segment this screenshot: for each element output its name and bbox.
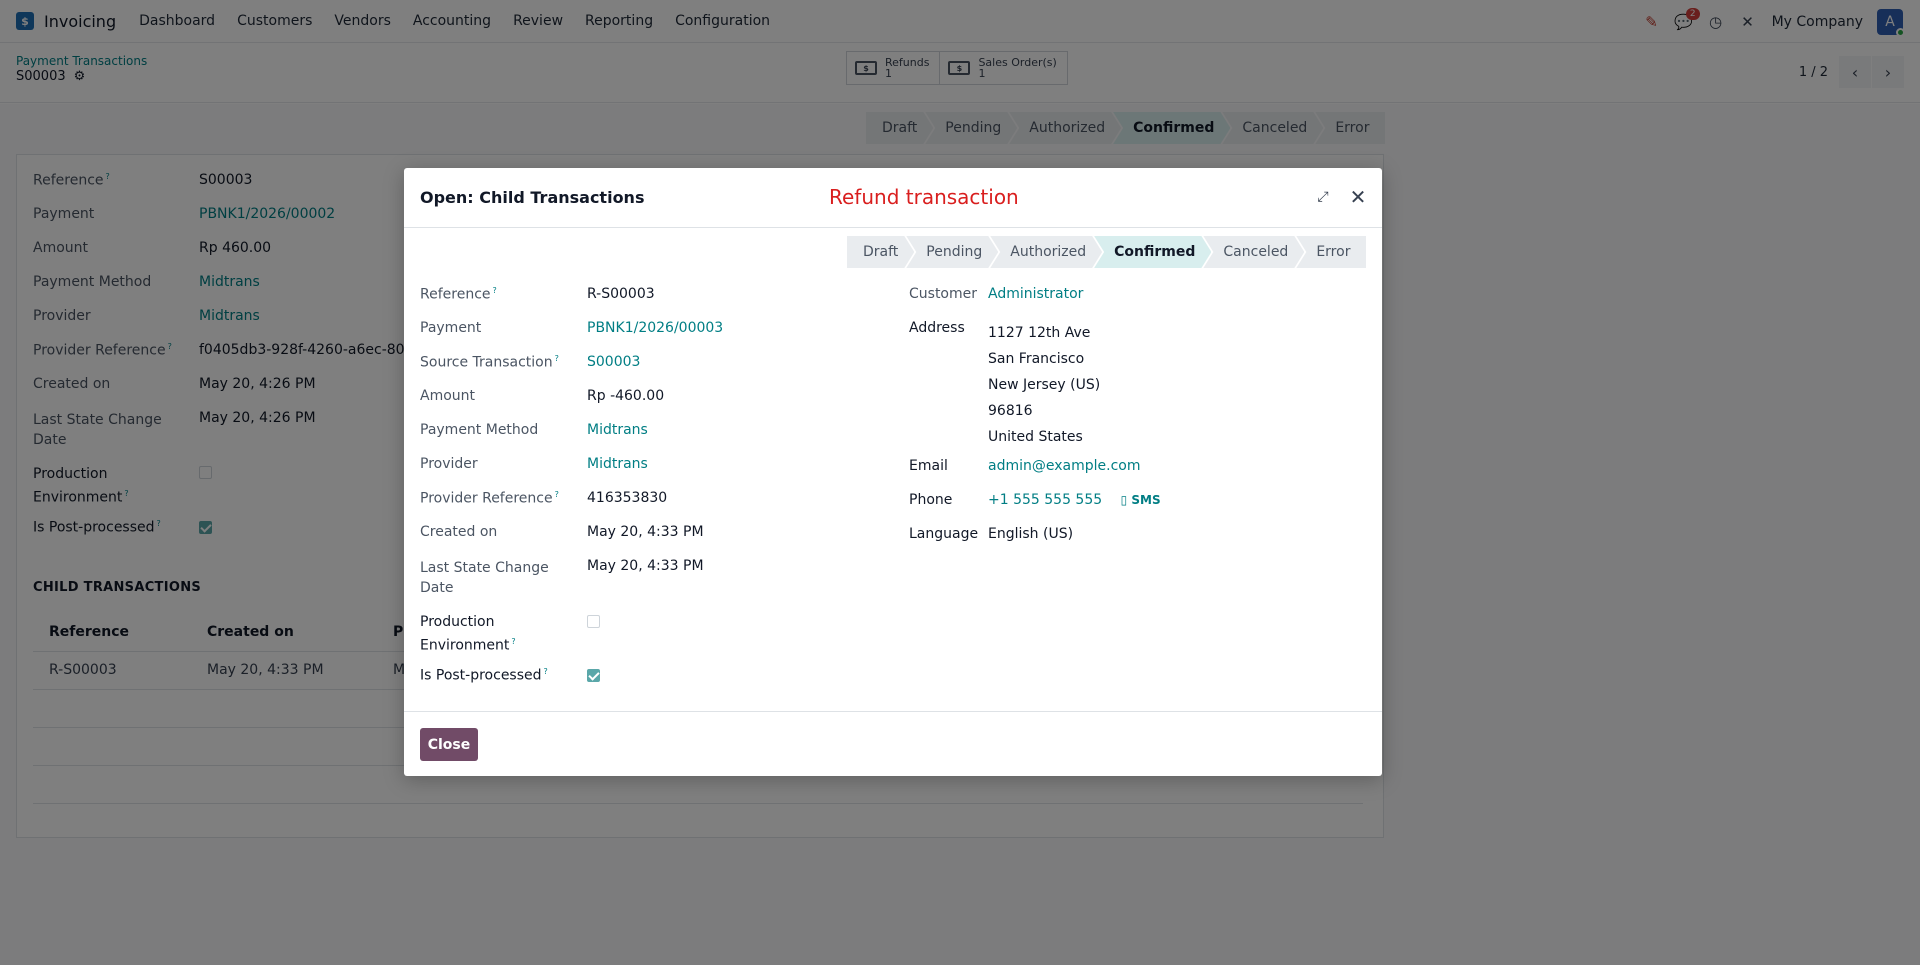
customer-link[interactable]: Administrator [988, 286, 1083, 302]
status-confirmed[interactable]: Confirmed [1094, 236, 1211, 268]
modal-footer: Close [404, 711, 1382, 776]
provider-reference-label: Provider Reference? [420, 490, 559, 507]
provider-label: Provider [420, 456, 478, 472]
post-processed-checkbox[interactable] [587, 669, 600, 686]
email-link[interactable]: admin@example.com [988, 458, 1140, 474]
address-line: San Francisco [988, 351, 1085, 367]
provider-link[interactable]: Midtrans [587, 456, 648, 472]
phone-label: Phone [909, 492, 953, 508]
created-on-label: Created on [420, 524, 498, 540]
last-state-change-value: May 20, 4:33 PM [587, 558, 704, 574]
language-value: English (US) [988, 526, 1074, 542]
modal-title: Open: Child Transactions [420, 188, 645, 207]
mobile-icon: ▯ [1120, 493, 1128, 507]
address-line: United States [988, 429, 1083, 445]
refund-transaction-label: Refund transaction [829, 185, 1019, 209]
created-on-value: May 20, 4:33 PM [587, 524, 704, 540]
source-transaction-link[interactable]: S00003 [587, 354, 640, 370]
reference-value: R-S00003 [587, 286, 655, 302]
last-state-change-label: Last State Change Date [420, 560, 549, 596]
status-canceled[interactable]: Canceled [1203, 236, 1304, 268]
address-line: 1127 12th Ave [988, 325, 1091, 341]
address-line: New Jersey (US) [988, 377, 1101, 393]
payment-link[interactable]: PBNK1/2026/00003 [587, 320, 723, 336]
address-value: 1127 12th Ave San Francisco New Jersey (… [988, 320, 1100, 450]
language-label: Language [909, 526, 979, 542]
modal-status-steps: Draft Pending Authorized Confirmed Cance… [847, 236, 1367, 268]
phone-field: +1 555 555 555 ▯ SMS [988, 492, 1161, 508]
sms-button[interactable]: ▯ SMS [1121, 493, 1161, 507]
source-transaction-label: Source Transaction? [420, 354, 559, 371]
reference-label: Reference? [420, 286, 497, 303]
payment-method-label: Payment Method [420, 422, 539, 438]
modal-header: Open: Child Transactions Refund transact… [404, 168, 1382, 228]
close-button[interactable]: Close [420, 728, 478, 761]
status-draft[interactable]: Draft [847, 236, 914, 268]
post-processed-label: Is Post-processed? [420, 667, 548, 684]
modal-body [404, 229, 1382, 709]
payment-method-link[interactable]: Midtrans [587, 422, 648, 438]
expand-icon[interactable]: ⤢ [1314, 188, 1332, 206]
customer-label: Customer [909, 286, 978, 302]
status-error[interactable]: Error [1296, 236, 1367, 268]
amount-label: Amount [420, 388, 476, 404]
email-label: Email [909, 458, 948, 474]
address-line: 96816 [988, 403, 1033, 419]
address-label: Address [909, 320, 965, 336]
provider-reference-value: 416353830 [587, 490, 668, 506]
amount-value: Rp -460.00 [587, 388, 665, 404]
production-environment-label: Production Environment? [420, 614, 516, 654]
payment-label: Payment [420, 320, 482, 336]
status-authorized[interactable]: Authorized [990, 236, 1102, 268]
phone-link[interactable]: +1 555 555 555 [988, 492, 1102, 508]
production-environment-checkbox[interactable] [587, 615, 600, 632]
status-pending[interactable]: Pending [906, 236, 998, 268]
close-icon[interactable]: ✕ [1347, 185, 1369, 209]
